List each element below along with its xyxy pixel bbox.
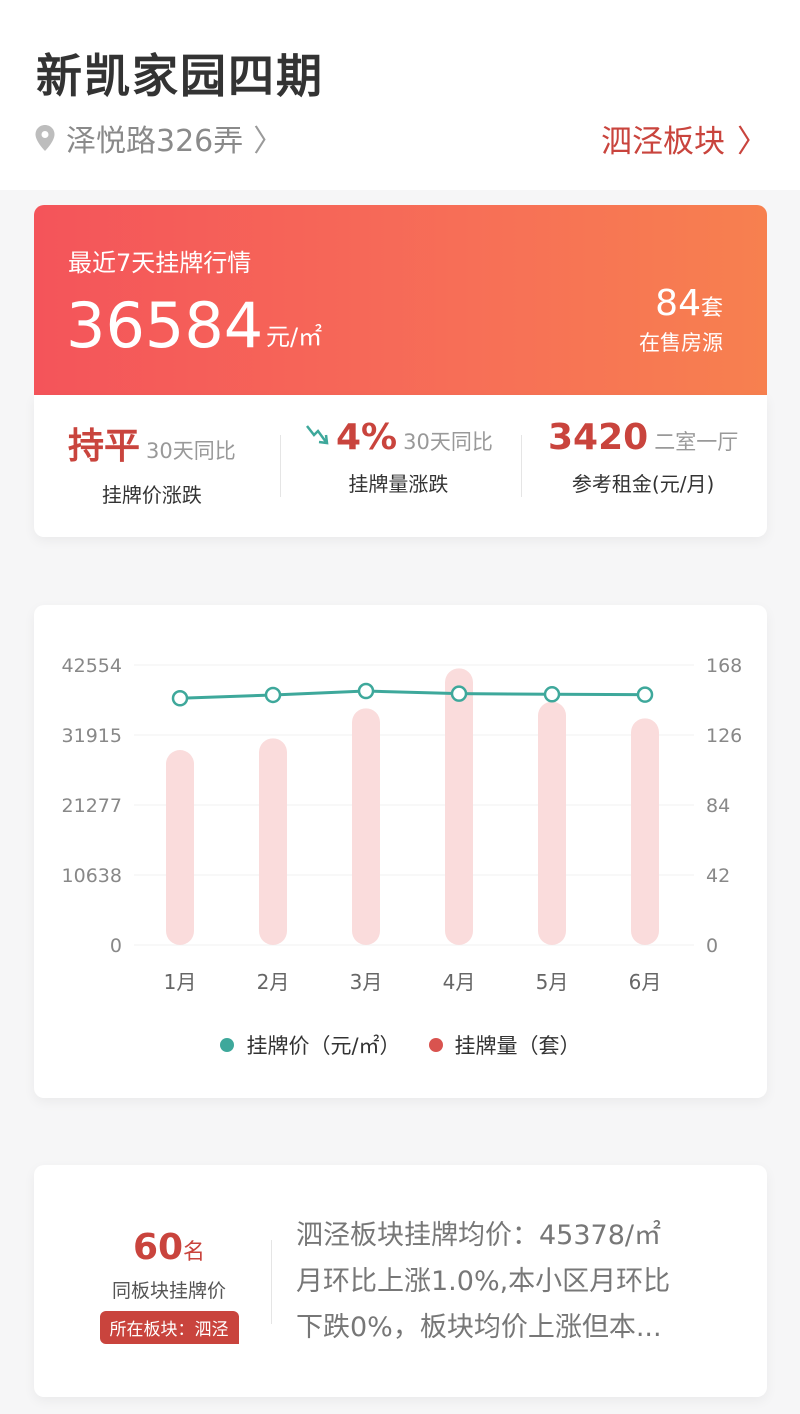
stat-period: 二室一厅 — [654, 430, 739, 454]
rank-line: 月环比上涨1.0%,本小区月环比 — [296, 1266, 671, 1297]
legend-item-price[interactable]: 挂牌价（元/㎡） — [220, 1030, 401, 1060]
market-summary-label: 最近7天挂牌行情 — [68, 249, 252, 277]
price-point — [450, 685, 468, 702]
volume-bar — [352, 708, 380, 945]
stat-value: 4% — [336, 417, 398, 458]
district-link[interactable]: 泗泾板块 〉 — [601, 118, 768, 160]
x-tick-label: 2月 — [257, 970, 290, 994]
rank-label: 同板块挂牌价 — [111, 1280, 226, 1302]
price-volume-chart: 0 0 10638 42 21277 84 31915 126 42554 168 1月 2月 3月 4月… — [62, 655, 743, 994]
volume-bar — [166, 750, 194, 945]
stat-value: 持平 — [68, 426, 141, 467]
y-tick-left: 21277 — [62, 795, 122, 817]
volume-bar — [631, 718, 659, 945]
legend-label: 挂牌量（套） — [454, 1034, 581, 1058]
rank-number: 60 — [132, 1227, 184, 1268]
volume-bar — [259, 738, 287, 945]
district-badge: 所在板块：泗泾 — [99, 1311, 239, 1344]
market-summary-card: 最近7天挂牌行情 36584 元/㎡ 84套 在售房源 — [34, 205, 767, 395]
y-tick-right: 126 — [706, 725, 742, 747]
listing-count-value: 84 — [655, 283, 701, 324]
rank-block: 60名 同板块挂牌价 所在板块：泗泾 — [74, 1227, 264, 1344]
y-tick-left: 31915 — [62, 725, 122, 747]
volume-bar — [538, 701, 566, 945]
listing-count-label: 在售房源 — [639, 331, 723, 355]
stat-label: 挂牌价涨跌 — [101, 483, 202, 507]
stats-card: 持平 30天同比 挂牌价涨跌 4% 30天同比 挂牌量涨跌 3420 二室一厅 … — [34, 395, 767, 537]
y-tick-left: 0 — [110, 935, 122, 957]
district-rank-card[interactable]: 60名 同板块挂牌价 所在板块：泗泾 泗泾板块挂牌均价：45378/㎡ 月环比上… — [34, 1165, 767, 1397]
location-pin-icon — [35, 125, 55, 151]
rank-line: 泗泾板块挂牌均价：45378/㎡ — [296, 1220, 661, 1251]
price-point — [636, 686, 654, 703]
y-tick-left: 10638 — [62, 865, 122, 887]
price-point — [357, 682, 375, 700]
price-point — [171, 690, 189, 707]
y-tick-right: 0 — [706, 935, 718, 957]
stat-period: 30天同比 — [146, 439, 236, 463]
price-unit: 元/㎡ — [266, 323, 323, 351]
x-tick-label: 1月 — [164, 970, 197, 994]
listing-price: 36584 — [66, 289, 264, 362]
price-volume-chart-card: 0 0 10638 42 21277 84 31915 126 42554 168 1月 2月 3月 4月… — [34, 605, 767, 1098]
y-tick-right: 42 — [706, 865, 730, 887]
x-tick-label: 5月 — [536, 970, 569, 994]
price-line — [179, 689, 646, 700]
chart-legend: 挂牌价（元/㎡） 挂牌量（套） — [34, 1030, 767, 1060]
chevron-right-icon: 〉 — [737, 123, 768, 160]
rank-description: 泗泾板块挂牌均价：45378/㎡ 月环比上涨1.0%,本小区月环比 下跌0%，板… — [296, 1213, 736, 1351]
address-text: 泽悦路326弄 — [66, 124, 244, 159]
page-title: 新凯家园四期 — [36, 49, 324, 103]
chevron-right-icon: 〉 — [253, 124, 284, 159]
divider — [521, 435, 522, 497]
address-link[interactable]: 泽悦路326弄 〉 — [34, 118, 284, 159]
legend-item-volume[interactable]: 挂牌量（套） — [428, 1030, 581, 1060]
legend-label: 挂牌价（元/㎡） — [246, 1034, 401, 1058]
x-tick-label: 6月 — [629, 970, 662, 994]
price-point — [543, 686, 561, 703]
divider — [280, 435, 281, 497]
legend-dot — [220, 1038, 235, 1052]
x-tick-label: 4月 — [443, 970, 476, 994]
stat-value: 3420 — [548, 417, 649, 458]
price-point — [264, 686, 282, 704]
y-tick-left: 42554 — [62, 655, 122, 677]
rank-suffix: 名 — [183, 1240, 206, 1265]
stat-rent: 3420 二室一厅 参考租金(元/月) — [548, 417, 738, 517]
divider — [271, 1240, 272, 1324]
legend-dot — [428, 1038, 443, 1052]
volume-bar — [445, 668, 473, 945]
district-text: 泗泾板块 — [601, 123, 725, 160]
listing-count: 84套 — [655, 283, 723, 324]
stat-price-change: 持平 30天同比 挂牌价涨跌 — [68, 417, 236, 517]
stat-count-change: 4% 30天同比 挂牌量涨跌 — [304, 417, 493, 517]
y-tick-right: 168 — [706, 655, 742, 677]
stat-period: 30天同比 — [403, 430, 493, 454]
x-tick-label: 3月 — [350, 970, 383, 994]
stat-label: 挂牌量涨跌 — [348, 472, 449, 496]
rank-line: 下跌0%，板块均价上涨但本... — [296, 1312, 662, 1343]
stat-label: 参考租金(元/月) — [571, 472, 715, 496]
y-tick-right: 84 — [706, 795, 730, 817]
trend-down-icon — [306, 425, 329, 445]
listing-count-unit: 套 — [700, 296, 723, 321]
